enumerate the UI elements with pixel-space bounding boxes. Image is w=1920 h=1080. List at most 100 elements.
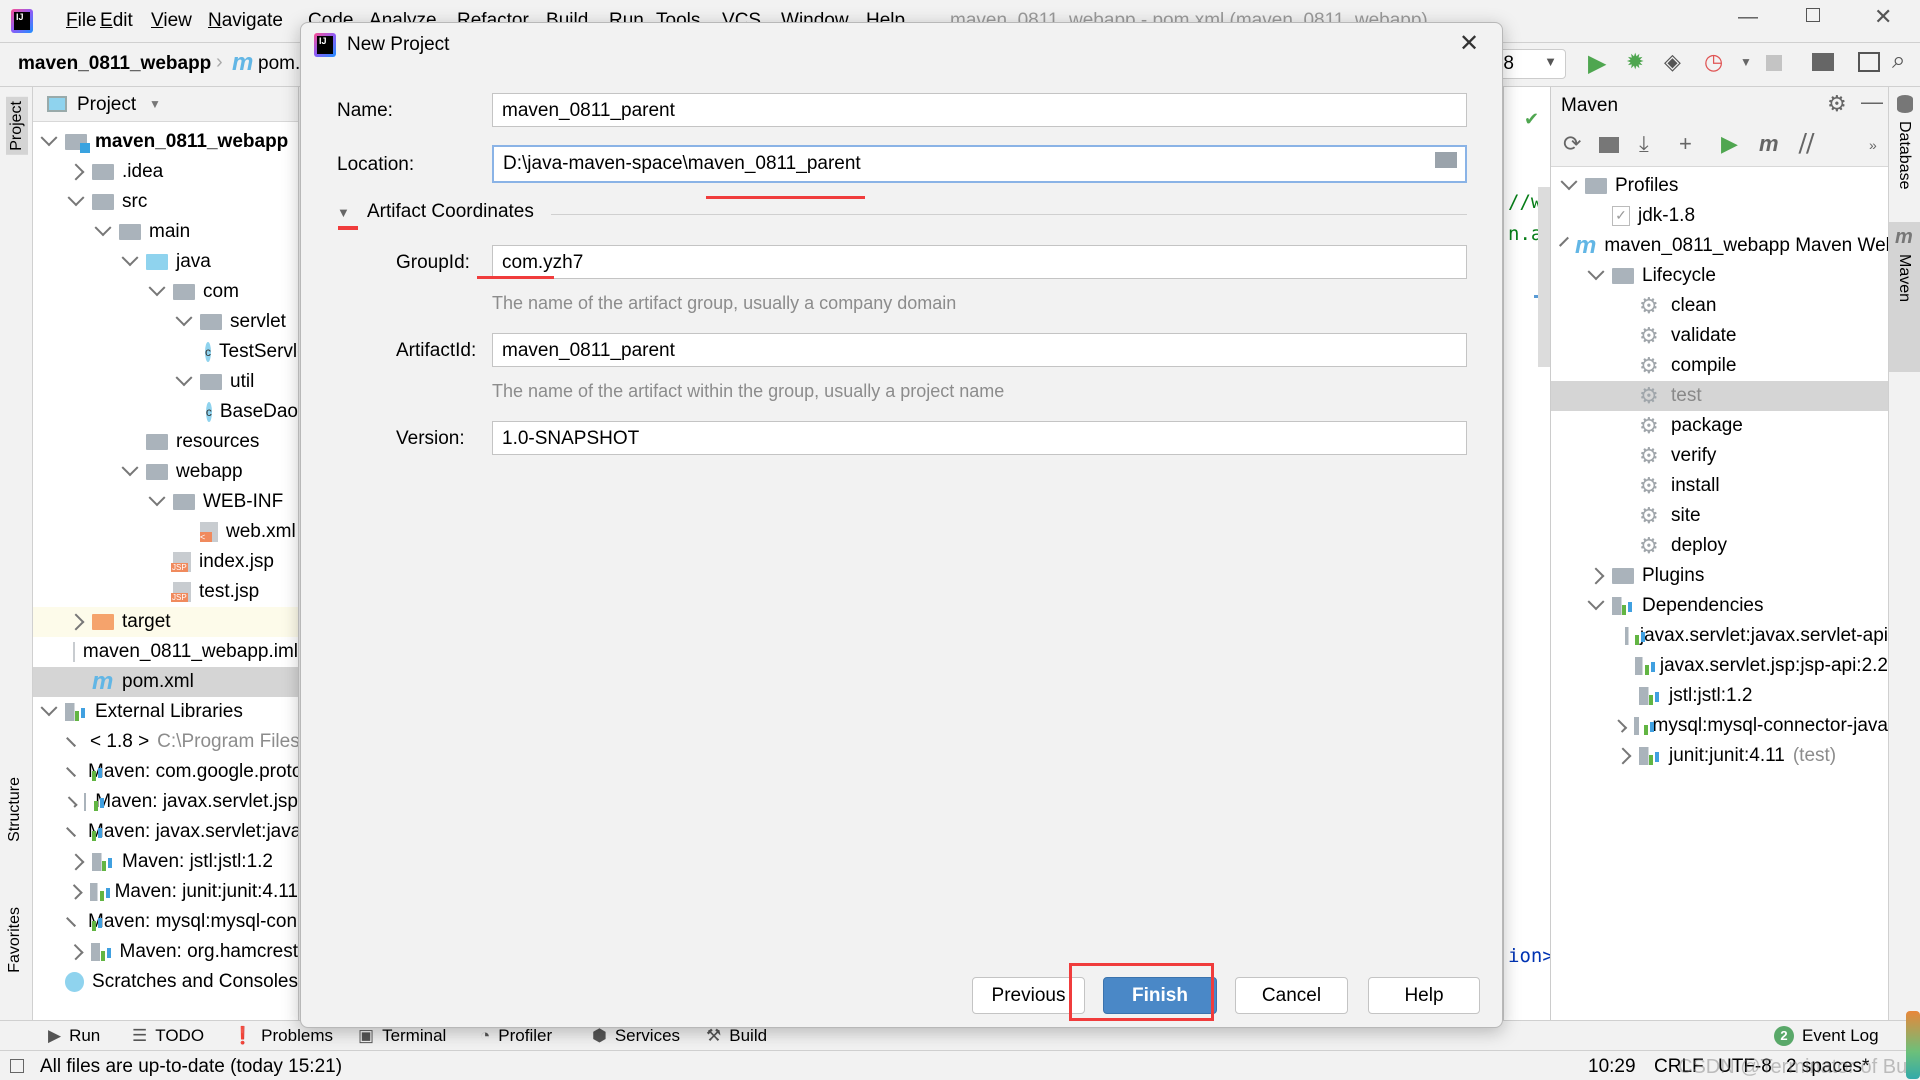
chevron-down-icon[interactable]: ▼ (149, 97, 161, 111)
editor-area[interactable]: ✔ //ww n.ap ion> (1503, 87, 1554, 1020)
chevron-right-icon[interactable] (67, 163, 85, 181)
run-maven-icon[interactable]: ▶ (1721, 131, 1738, 157)
tree-item[interactable]: c BaseDao (33, 397, 298, 427)
maven-goal-icon[interactable]: m (1759, 131, 1779, 157)
gear-icon[interactable]: ⚙ (1827, 91, 1847, 117)
tree-item[interactable]: ⚙ clean (1551, 291, 1888, 321)
name-field[interactable]: maven_0811_parent (492, 93, 1467, 127)
artifactid-field[interactable]: maven_0811_parent (492, 333, 1467, 367)
tree-item[interactable]: External Libraries (33, 697, 298, 727)
restore-icon[interactable] (1806, 8, 1820, 22)
project-view-title[interactable]: Project (77, 94, 136, 116)
status-toggle-icon[interactable] (10, 1059, 24, 1073)
plus-icon[interactable]: + (1679, 131, 1692, 157)
tree-item[interactable]: Plugins (1551, 561, 1888, 591)
chevron-right-icon[interactable] (67, 613, 85, 631)
tree-item[interactable]: mysql:mysql-connector-java (1551, 711, 1888, 741)
tree-item[interactable]: ⚙ install (1551, 471, 1888, 501)
tree-item[interactable]: < 1.8 > C:\Program Files (33, 727, 298, 757)
add-maven-project-icon[interactable] (1599, 137, 1619, 153)
chevron-right-icon[interactable] (67, 853, 85, 871)
help-button[interactable]: Help (1368, 977, 1480, 1014)
chevron-down-icon[interactable] (94, 219, 112, 237)
tree-item[interactable]: test.jsp (33, 577, 298, 607)
chevron-down-icon[interactable] (148, 489, 166, 507)
chevron-down-icon[interactable] (67, 189, 85, 207)
profile-icon[interactable]: ◷ (1704, 49, 1723, 75)
tree-item[interactable]: maven_0811_webapp (33, 127, 298, 157)
chevron-down-icon[interactable] (1587, 263, 1605, 281)
chevron-right-icon[interactable] (1587, 567, 1605, 585)
minimize-icon[interactable]: — (1738, 6, 1758, 29)
tree-item[interactable]: Maven: junit:junit:4.11 (33, 877, 298, 907)
close-window-icon[interactable]: ✕ (1874, 4, 1892, 30)
coverage-icon[interactable]: ◈ (1664, 49, 1681, 75)
tree-item[interactable]: ⚙ package (1551, 411, 1888, 441)
version-field[interactable]: 1.0-SNAPSHOT (492, 421, 1467, 455)
chevron-right-icon[interactable] (66, 767, 76, 777)
tool-tab-structure[interactable]: Structure (6, 777, 24, 842)
tree-item[interactable]: junit:junit:4.11 (test) (1551, 741, 1888, 771)
chevron-right-icon[interactable] (1614, 747, 1632, 765)
chevron-right-icon[interactable] (1613, 719, 1628, 733)
run-anything-icon[interactable] (1858, 52, 1880, 72)
tree-item[interactable]: Scratches and Consoles (33, 967, 298, 997)
tree-item[interactable]: ⚙ site (1551, 501, 1888, 531)
chevron-right-icon[interactable] (67, 943, 84, 961)
chevron-down-icon[interactable] (40, 129, 58, 147)
tree-item[interactable]: Maven: org.hamcrest (33, 937, 298, 967)
tree-item[interactable]: src (33, 187, 298, 217)
more-icon[interactable]: » (1869, 137, 1877, 153)
tree-item[interactable]: Maven: jstl:jstl:1.2 (33, 847, 298, 877)
tool-tab-maven-bg[interactable]: m Maven (1889, 222, 1920, 372)
tree-item[interactable]: WEB-INF (33, 487, 298, 517)
tree-item[interactable]: Maven: javax.servlet.jsp (33, 787, 298, 817)
chevron-right-icon[interactable] (66, 737, 76, 747)
tree-item[interactable]: main (33, 217, 298, 247)
chevron-right-icon[interactable] (67, 884, 83, 900)
tree-item[interactable]: Maven: mysql:mysql-connector-java (33, 907, 298, 937)
tree-item[interactable]: Lifecycle (1551, 261, 1888, 291)
chevron-down-icon[interactable] (175, 309, 193, 327)
cancel-button[interactable]: Cancel (1235, 977, 1348, 1014)
tool-todo[interactable]: ☰ TODO (132, 1026, 204, 1046)
menu-file[interactable]: File (66, 10, 97, 32)
caret-position[interactable]: 10:29 (1588, 1056, 1636, 1078)
chevron-right-icon[interactable] (66, 917, 76, 927)
tool-event-log[interactable]: 2 Event Log (1774, 1026, 1879, 1046)
tree-item[interactable]: ✓ jdk-1.8 (1551, 201, 1888, 231)
chevron-down-icon[interactable] (121, 459, 139, 477)
location-field[interactable]: D:\java-maven-space\maven_0811_parent (492, 145, 1467, 183)
tree-item[interactable]: ⚙ verify (1551, 441, 1888, 471)
tool-services[interactable]: ⬢ Services (592, 1026, 680, 1046)
tree-item[interactable]: javax.servlet:javax.servlet-api (1551, 621, 1888, 651)
chevron-down-icon[interactable] (1559, 236, 1569, 247)
tool-terminal[interactable]: ▣ Terminal (358, 1026, 446, 1046)
collapse-triangle-icon[interactable]: ▼ (337, 205, 350, 220)
chevron-right-icon[interactable] (66, 796, 78, 808)
chevron-down-icon[interactable] (1587, 593, 1605, 611)
tree-item[interactable]: maven_0811_webapp.iml (33, 637, 298, 667)
tree-item[interactable]: target (33, 607, 298, 637)
menu-view[interactable]: View (151, 10, 192, 32)
chevron-down-icon[interactable] (121, 249, 139, 267)
tool-tab-database[interactable]: Database (1895, 121, 1913, 190)
project-structure-icon[interactable] (1812, 53, 1834, 71)
artifact-coordinates-section[interactable]: Artifact Coordinates (367, 201, 534, 223)
tree-item[interactable]: servlet (33, 307, 298, 337)
chevron-down-icon[interactable] (40, 699, 58, 717)
groupid-field[interactable]: com.yzh7 (492, 245, 1467, 279)
tree-item[interactable]: ⚙ validate (1551, 321, 1888, 351)
tree-item[interactable]: jstl:jstl:1.2 (1551, 681, 1888, 711)
debug-icon[interactable]: ✹ (1626, 49, 1644, 75)
run-icon[interactable]: ▶ (1588, 49, 1606, 78)
tree-item[interactable]: resources (33, 427, 298, 457)
browse-folder-icon[interactable] (1435, 152, 1457, 168)
download-icon[interactable]: ⤓ (1639, 131, 1649, 157)
menu-edit[interactable]: Edit (100, 10, 133, 32)
search-icon[interactable]: ⌕ (1892, 47, 1905, 75)
hide-panel-icon[interactable]: — (1861, 89, 1883, 115)
tool-profiler[interactable]: ◔ Profiler (480, 1026, 552, 1046)
tree-item[interactable]: webapp (33, 457, 298, 487)
reload-icon[interactable]: ⟳ (1563, 131, 1581, 157)
